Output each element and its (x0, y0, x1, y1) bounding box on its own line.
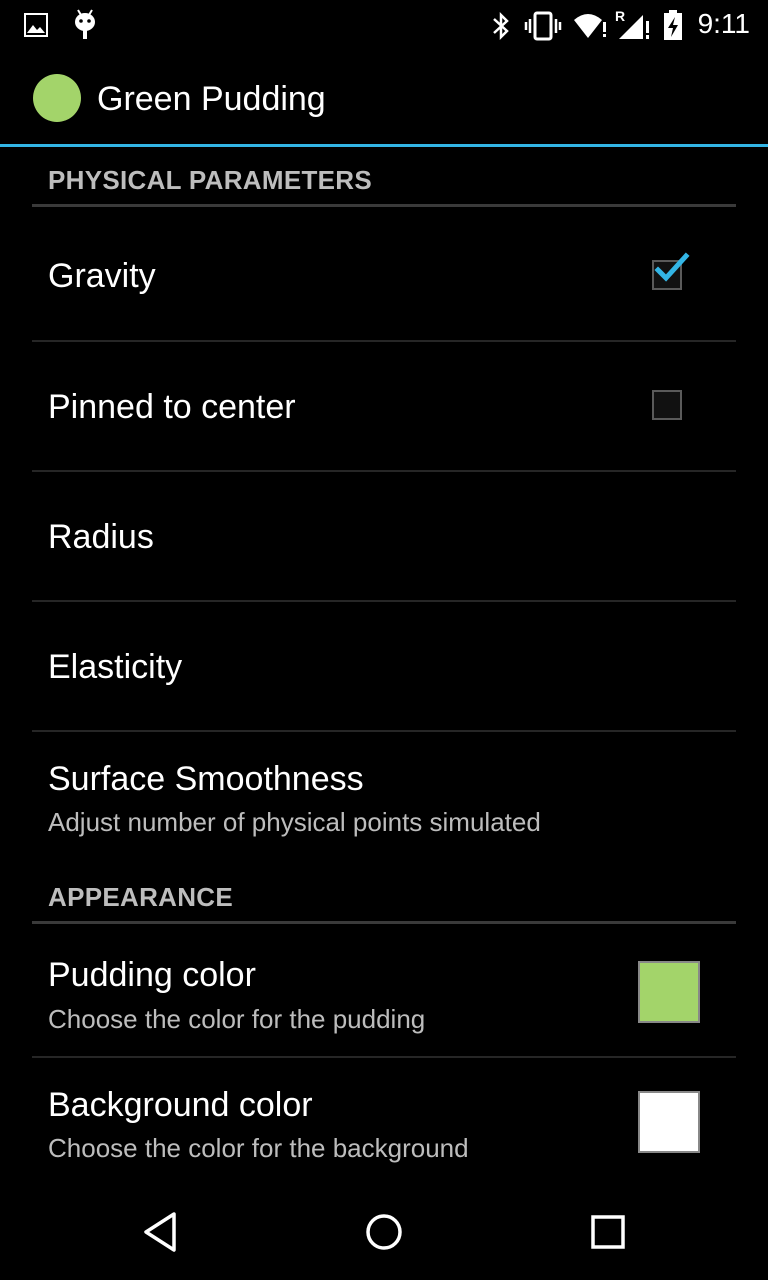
pref-title: Gravity (48, 257, 156, 295)
pref-title: Radius (48, 518, 154, 556)
wifi-icon (574, 14, 606, 38)
pref-pudding-color[interactable]: Pudding color Choose the color for the p… (32, 924, 736, 1058)
section-header-label: APPEARANCE (48, 882, 234, 912)
image-notification-icon (24, 13, 48, 37)
pref-summary: Choose the color for the pudding (48, 1004, 426, 1034)
navigation-bar (0, 1184, 768, 1280)
action-bar: Green Pudding (0, 50, 768, 147)
pref-title: Pudding color (48, 956, 256, 994)
recents-icon[interactable] (590, 1210, 626, 1254)
pref-pinned-to-center[interactable]: Pinned to center (32, 342, 736, 472)
home-icon[interactable] (364, 1210, 404, 1254)
pref-summary: Adjust number of physical points simulat… (48, 807, 541, 837)
pref-title: Background color (48, 1086, 313, 1124)
pref-background-color[interactable]: Background color Choose the color for th… (32, 1058, 736, 1188)
app-title: Green Pudding (97, 80, 326, 118)
section-header-label: PHYSICAL PARAMETERS (48, 165, 372, 195)
bluetooth-icon (493, 11, 509, 41)
pinned-checkbox[interactable] (652, 390, 682, 420)
pref-summary: Choose the color for the background (48, 1133, 469, 1163)
pref-title: Surface Smoothness (48, 760, 364, 798)
signal-roaming-icon (619, 15, 649, 39)
app-logo-icon[interactable] (33, 74, 81, 122)
pref-title: Elasticity (48, 648, 183, 686)
status-bar: R 9:11 (0, 0, 768, 50)
android-notification-icon (75, 9, 95, 39)
pref-surface-smoothness[interactable]: Surface Smoothness Adjust number of phys… (32, 732, 736, 862)
background-color-swatch[interactable] (638, 1091, 700, 1153)
pudding-color-swatch[interactable] (638, 961, 700, 1023)
vibrate-icon (524, 11, 562, 41)
section-header-appearance: APPEARANCE (32, 864, 736, 924)
section-header-physical: PHYSICAL PARAMETERS (32, 147, 736, 207)
pref-gravity[interactable]: Gravity (32, 207, 736, 342)
back-icon[interactable] (140, 1210, 180, 1254)
pref-radius[interactable]: Radius (32, 472, 736, 602)
gravity-checkbox[interactable] (652, 252, 690, 290)
battery-charging-icon (664, 10, 682, 40)
pref-title: Pinned to center (48, 388, 296, 426)
checkmark-icon (654, 252, 690, 282)
pref-elasticity[interactable]: Elasticity (32, 602, 736, 732)
clock: 9:11 (697, 8, 750, 39)
